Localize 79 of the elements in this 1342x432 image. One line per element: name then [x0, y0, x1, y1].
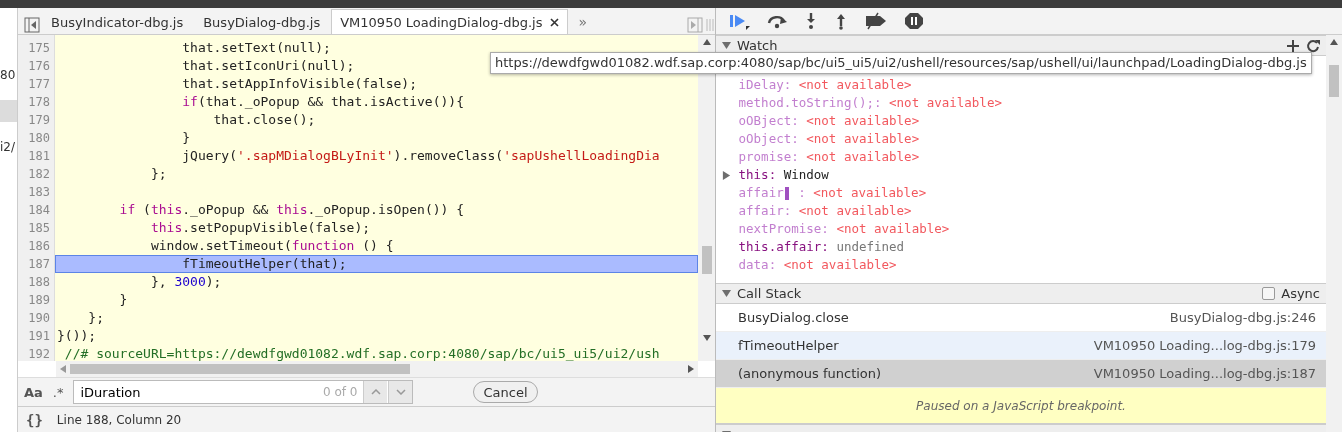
sidebar-toggle-icon[interactable] [24, 16, 40, 34]
line-number: 192 [27, 346, 51, 363]
scroll-right-arrow-icon[interactable] [688, 365, 694, 373]
watch-expression[interactable]: this: Window [716, 166, 1326, 184]
line-number: 187 [27, 256, 51, 273]
code-line: }()); [56, 327, 98, 345]
line-number: 190 [27, 310, 51, 327]
code-line: if(that._oPopup && that.isActive()){ [181, 93, 465, 111]
section-header[interactable]: Call Stack Async [716, 283, 1326, 304]
code-line: that.setAppInfoVisible(false); [181, 75, 419, 93]
line-number: 180 [27, 130, 51, 147]
code-line: this.setPopupVisible(false); [149, 219, 372, 237]
call-frame[interactable]: (anonymous function) VM10950 Loading...log-dbg.js:187 [716, 360, 1326, 388]
more-tabs-button[interactable]: » [570, 14, 596, 34]
regex-toggle[interactable]: .* [52, 384, 64, 400]
url-tooltip: https://dewdfgwd01082.wdf.sap.corp:4080/sap/bc/ui5_ui5/ui2/ushell/resources/sap/ushell/ui/launchpad/LoadingDialog-dbg.js [490, 52, 1312, 74]
line-number: 182 [27, 166, 51, 183]
code-line: }; [149, 165, 168, 183]
cancel-button[interactable]: Cancel [473, 381, 538, 403]
line-number: 176 [27, 58, 51, 75]
collapse-triangle-icon[interactable] [722, 289, 731, 298]
file-tab[interactable]: BusyIndicator-dbg.js [42, 9, 193, 34]
code-line: } [181, 129, 192, 147]
sidebar-toggle-icon[interactable] [687, 16, 703, 34]
scroll-thumb[interactable] [1329, 65, 1339, 97]
line-number: 175 [27, 40, 51, 57]
scroll-thumb[interactable] [701, 246, 712, 274]
code-line: }, 3000); [149, 273, 223, 291]
line-number: 186 [27, 238, 51, 255]
code-line: that.setText(null); [181, 39, 332, 57]
code-line: if (this._oPopup && this._oPopup.isOpen()) { [118, 201, 466, 219]
match-count: 0 of 0 [323, 385, 358, 399]
call-frame[interactable]: fTimeoutHelper VM10950 Loading...log-dbg.js:179 [716, 332, 1326, 360]
file-tab[interactable]: VM10950 LoadingDialog-dbg.js [331, 9, 569, 34]
file-tab[interactable]: BusyDialog-dbg.js [194, 9, 330, 34]
scroll-thumb[interactable] [70, 364, 410, 374]
match-case-toggle[interactable]: Aa [24, 384, 43, 400]
section-title[interactable]: Watch [737, 38, 778, 53]
scroll-left-arrow-icon[interactable] [60, 365, 66, 373]
line-number: 184 [27, 202, 51, 219]
pretty-print-button[interactable]: {} [26, 411, 43, 428]
collapse-triangle-icon[interactable] [722, 41, 731, 50]
code-line: } [118, 291, 129, 309]
line-number: 189 [27, 292, 51, 309]
scroll-up-arrow-icon[interactable] [702, 39, 711, 45]
line-number: 185 [27, 220, 51, 237]
line-number: 183 [27, 184, 51, 201]
code-line: window.setTimeout(function () { [149, 237, 395, 255]
paused-message: Paused on a JavaScript breakpoint. [716, 388, 1326, 424]
line-number: 178 [27, 94, 51, 111]
code-line: //# sourceURL=https://dewdfgwd01082.wdf.sap.corp:4080/sap/bc/ui5_ui5/ui2/ush [63, 345, 661, 361]
line-number: 191 [27, 328, 51, 345]
vertical-scrollbar[interactable] [1326, 35, 1342, 432]
line-number: 181 [27, 148, 51, 165]
code-line: jQuery('.sapMDialogBLyInit').removeClass('sapUshellLoadingDia [181, 147, 661, 165]
async-checkbox[interactable] [1262, 287, 1276, 300]
scroll-up-arrow-icon[interactable] [1330, 39, 1338, 45]
expand-triangle-icon[interactable] [722, 170, 731, 180]
line-number: 188 [27, 274, 51, 291]
cursor-position: Line 188, Column 20 [56, 412, 182, 427]
section-title[interactable]: Call Stack [737, 286, 802, 301]
watch-expression[interactable]: this.affair: undefined [716, 238, 1326, 256]
line-number: 179 [27, 112, 51, 129]
code-line: }; [87, 309, 105, 327]
code-line: that.close(); [212, 111, 317, 129]
horizontal-scrollbar[interactable] [56, 361, 698, 377]
chevron-up-icon [371, 389, 381, 395]
chevron-down-icon [396, 389, 406, 395]
scroll-down-arrow-icon[interactable] [702, 335, 711, 341]
deactivate-breakpoints-icon[interactable] [864, 12, 888, 30]
drag-handle-icon[interactable] [705, 16, 715, 34]
navigator-item[interactable]: i2/ [0, 136, 17, 158]
step-out-icon[interactable] [834, 12, 848, 30]
async-label: Async [1281, 286, 1320, 301]
pause-icon[interactable] [904, 12, 924, 30]
resume-icon[interactable] [728, 12, 750, 30]
line-number: 177 [27, 76, 51, 93]
navigator-item[interactable]: 80 [0, 64, 17, 86]
close-icon[interactable] [550, 17, 560, 27]
